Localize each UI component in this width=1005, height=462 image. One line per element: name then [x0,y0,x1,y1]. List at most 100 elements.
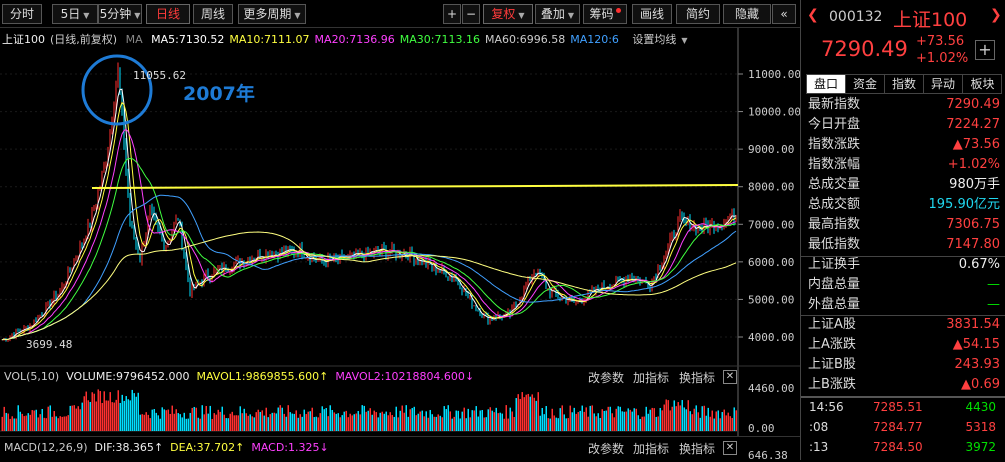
volume-bar [79,409,81,431]
volume-bar [537,392,539,431]
volume-bar [73,405,75,431]
volume-bar [639,418,641,431]
notification-dot-icon [615,8,621,13]
tab-5min[interactable]: 5分钟 ▼ [98,4,142,24]
volume-bar [711,410,713,431]
volume-bar [475,406,477,431]
volume-bar [371,414,373,431]
volume-bar [693,408,695,431]
volume-bar [391,415,393,431]
simple-mode-button[interactable]: 简约 [676,4,720,24]
volume-bar [313,417,315,431]
volume-bar [127,399,129,431]
volume-bar [685,409,687,431]
tab-anomaly[interactable]: 异动 [924,75,963,93]
quote-panel: ❮ 000132 上证100 ❯ 7290.49 +73.56 +1.02% +… [800,0,1005,460]
quote-row-value: 7224.27 [946,117,1000,132]
volume-bar [97,389,99,431]
volume-bar [25,415,27,431]
volume-bar [359,414,361,431]
y-tick-label: 6000.00 [748,256,794,269]
tab-5day[interactable]: 5日 ▼ [52,4,98,24]
volume-bar [103,391,105,431]
volume-bar [171,405,173,431]
volume-bar [431,414,433,431]
volume-bar [719,418,721,431]
tab-daily[interactable]: 日线 [146,4,190,24]
close-icon[interactable]: ✕ [723,441,737,455]
quote-row-value: 7290.49 [946,97,1000,112]
volume-bar [71,405,73,431]
quote-row-label: 上证换手 [808,257,861,272]
volume-bar [257,409,259,431]
volume-bar [507,418,509,431]
volume-bar [117,390,119,431]
volume-bar [89,401,91,431]
y-tick-label: 5000.00 [748,293,794,306]
zoom-in-button[interactable]: + [443,4,461,24]
volume-bar [367,410,369,431]
tab-orderbook[interactable]: 盘口 [807,75,846,93]
add-watchlist-button[interactable]: + [975,40,995,60]
volume-bar [649,409,651,431]
volume-bar [141,414,143,431]
forward-arrow-icon[interactable]: ❯ [990,7,1002,23]
volume-bar [153,409,155,431]
volume-bar [137,392,139,431]
volume-bar [199,418,201,431]
volume-bar [53,411,55,431]
volume-bar [601,409,603,431]
volume-bar [77,406,79,431]
tab-timeshare[interactable]: 分时 [2,4,42,24]
volume-bar [597,413,599,431]
index-code: 000132 [829,9,883,25]
volume-bar [651,407,653,431]
back-arrow-icon[interactable]: ❮ [807,7,819,23]
macd-add-indicator-button[interactable]: 加指标 [633,440,669,457]
tab-funds[interactable]: 资金 [846,75,885,93]
volume-bar [129,400,131,431]
volume-bar [389,412,391,431]
volume-bar [387,415,389,431]
quote-row-label: 总成交额 [808,197,861,212]
macd-label: MACD(12,26,9) [4,441,88,454]
volume-bar [565,418,567,431]
chips-button[interactable]: 筹码 [583,4,627,24]
tab-index[interactable]: 指数 [885,75,924,93]
volume-bar [329,405,331,431]
volume-bar [65,416,67,431]
kline-chart[interactable]: 11000.00 10000.00 9000.00 8000.00 7000.00 600… [0,28,800,368]
macd-change-params-button[interactable]: 改参数 [588,440,624,457]
overlay-button[interactable]: 叠加 ▼ [535,4,580,24]
volume-bar [495,407,497,431]
volume-bar [107,400,109,431]
zoom-out-button[interactable]: − [462,4,480,24]
quote-row-value: ▲0.69 [961,377,1000,392]
quote-row-value: ▲73.56 [952,137,1000,152]
y-tick-label: 8000.00 [748,181,794,194]
volume-bar [45,418,47,431]
volume-bar [263,415,265,431]
volume-bar [185,418,187,431]
volume-bar [87,400,89,431]
volume-bar [239,406,241,431]
volume-bar [287,405,289,431]
volume-bar [323,409,325,431]
volume-bar [615,408,617,431]
volume-bar [115,399,117,431]
adjust-button[interactable]: 复权 ▼ [483,4,533,24]
macd-legend: MACD(12,26,9) DIF:38.365↑ DEA:37.702↑ MA… [4,441,329,454]
tick-row: 14:56 7285.51 4430 [801,398,1005,417]
draw-line-button[interactable]: 画线 [632,4,672,24]
volume-bar [523,397,525,431]
volume-bar [717,410,719,431]
hide-button[interactable]: 隐藏 [723,4,771,24]
collapse-icon[interactable]: « [772,4,796,24]
tab-more-periods[interactable]: 更多周期 ▼ [238,4,306,24]
macd-switch-indicator-button[interactable]: 换指标 [679,440,715,457]
volume-bar [277,407,279,431]
index-title: 上证100 [893,9,968,31]
tab-weekly[interactable]: 周线 [193,4,233,24]
tab-sector[interactable]: 板块 [963,75,1002,93]
quote-row-value: 7306.75 [946,217,1000,232]
